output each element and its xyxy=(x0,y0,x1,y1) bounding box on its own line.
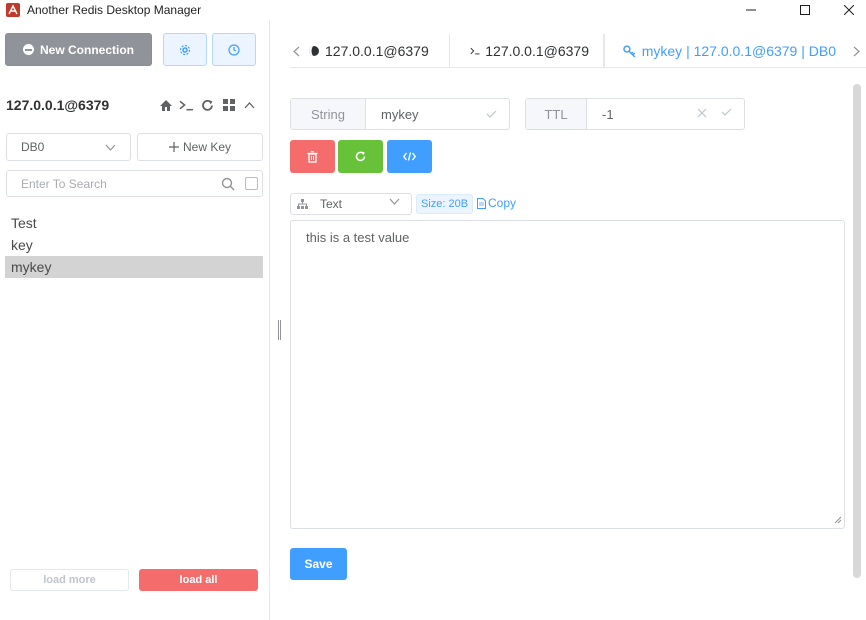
refresh-icon[interactable] xyxy=(200,97,215,113)
status-icon xyxy=(309,46,319,56)
key-name-input[interactable]: mykey xyxy=(366,99,509,129)
db-select[interactable]: DB0 xyxy=(6,133,131,161)
format-value: Text xyxy=(320,197,343,211)
format-select[interactable]: Text xyxy=(290,193,412,215)
tab-label: mykey | 127.0.0.1@6379 | DB0 xyxy=(641,43,836,59)
connection-name: 127.0.0.1@6379 xyxy=(6,97,110,113)
close-button[interactable] xyxy=(826,0,866,20)
grid-icon[interactable] xyxy=(221,97,236,113)
home-icon[interactable] xyxy=(158,97,173,113)
ttl-value: -1 xyxy=(602,106,614,122)
value-size-tag: Size: 20B xyxy=(416,194,474,214)
code-icon xyxy=(403,152,416,161)
search-placeholder: Enter To Search xyxy=(21,176,107,191)
scrollbar[interactable] xyxy=(853,84,861,578)
terminal-icon xyxy=(470,47,480,55)
tab-scroll-right-icon[interactable] xyxy=(850,34,862,68)
plus-icon xyxy=(168,142,179,152)
value-text: this is a test value xyxy=(306,230,410,245)
window-title: Another Redis Desktop Manager xyxy=(27,3,202,17)
key-list-item[interactable]: Test xyxy=(5,212,263,234)
settings-button[interactable] xyxy=(163,33,207,66)
new-connection-button[interactable]: New Connection xyxy=(5,33,152,66)
key-name-input-group: String mykey xyxy=(290,98,510,130)
chevron-up-icon[interactable] xyxy=(242,97,257,113)
gear-icon xyxy=(179,44,191,55)
copy-label: Copy xyxy=(488,196,517,210)
trash-icon xyxy=(307,150,318,163)
chevron-down-icon xyxy=(105,144,116,151)
key-list: Test key mykey xyxy=(5,212,263,278)
panel-resize-handle[interactable] xyxy=(278,320,283,340)
dump-command-button[interactable] xyxy=(387,140,432,173)
load-more-button[interactable]: load more xyxy=(10,569,129,591)
exact-search-checkbox[interactable] xyxy=(245,177,258,190)
chevron-down-icon xyxy=(389,198,400,205)
tab-connection-status[interactable]: 127.0.0.1@6379 xyxy=(296,34,450,68)
check-icon[interactable] xyxy=(721,108,732,116)
tab-label: 127.0.0.1@6379 xyxy=(325,43,429,59)
ttl-label: TTL xyxy=(526,99,587,129)
sidebar: New Connection 127.0.0.1@6379 DB0 New Ke… xyxy=(0,20,270,620)
ttl-input[interactable]: -1 xyxy=(587,99,744,129)
scrollbar-thumb[interactable] xyxy=(853,84,861,578)
value-editor[interactable]: this is a test value xyxy=(290,220,845,529)
new-key-button[interactable]: New Key xyxy=(137,133,263,161)
check-icon[interactable] xyxy=(486,110,497,118)
minus-circle-icon xyxy=(22,44,34,55)
resize-grip-icon[interactable] xyxy=(834,516,842,526)
key-list-item-selected[interactable]: mykey xyxy=(5,256,263,278)
load-all-button[interactable]: load all xyxy=(139,569,258,591)
clock-icon xyxy=(228,43,240,56)
copy-value-button[interactable]: Copy xyxy=(477,196,516,210)
command-log-button[interactable] xyxy=(212,33,256,66)
key-name-value: mykey xyxy=(381,106,419,122)
document-icon xyxy=(477,197,486,209)
app-logo-icon xyxy=(6,3,20,17)
maximize-button[interactable] xyxy=(782,0,828,20)
tab-label: 127.0.0.1@6379 xyxy=(485,43,589,59)
tab-console[interactable]: 127.0.0.1@6379 xyxy=(450,34,604,68)
minimize-button[interactable] xyxy=(728,0,774,20)
clear-icon[interactable] xyxy=(697,108,707,118)
delete-key-button[interactable] xyxy=(290,140,335,173)
new-connection-label: New Connection xyxy=(39,42,134,57)
db-select-value: DB0 xyxy=(21,140,45,154)
search-icon[interactable] xyxy=(221,177,235,194)
format-icon xyxy=(297,199,308,209)
save-button[interactable]: Save xyxy=(290,548,347,580)
ttl-input-group: TTL -1 xyxy=(525,98,745,130)
key-type-label: String xyxy=(291,99,366,129)
refresh-key-button[interactable] xyxy=(338,140,383,173)
terminal-icon[interactable] xyxy=(179,97,194,113)
new-key-label: New Key xyxy=(182,140,232,154)
key-list-item[interactable]: key xyxy=(5,234,263,256)
key-search-input[interactable]: Enter To Search xyxy=(6,170,263,197)
tab-key-detail[interactable]: mykey | 127.0.0.1@6379 | DB0 xyxy=(604,34,850,69)
title-bar: Another Redis Desktop Manager xyxy=(0,0,866,20)
key-icon xyxy=(623,44,636,57)
connection-toolbar xyxy=(158,97,257,113)
tab-bar: 127.0.0.1@6379 127.0.0.1@6379 mykey | 12… xyxy=(290,34,866,69)
refresh-icon xyxy=(355,151,366,162)
